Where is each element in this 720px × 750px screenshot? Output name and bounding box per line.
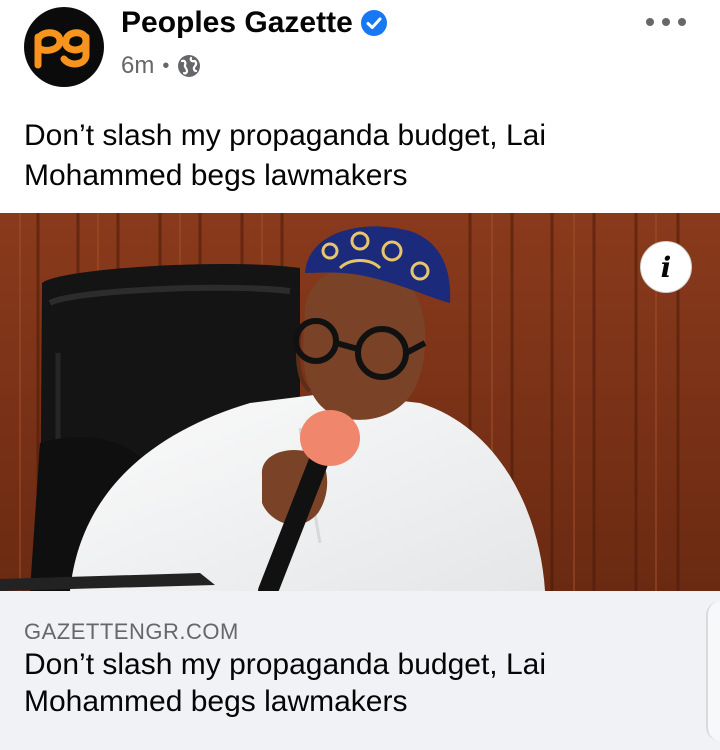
link-preview[interactable]: GAZETTENGR.COM Don’t slash my propaganda… <box>0 591 720 750</box>
more-options-icon <box>678 18 686 26</box>
more-options-button[interactable] <box>646 12 686 32</box>
verified-badge-icon <box>360 10 387 36</box>
info-icon[interactable]: i <box>640 241 692 293</box>
meta-separator: • <box>162 54 170 77</box>
page-name[interactable]: Peoples Gazette <box>121 6 387 40</box>
link-domain: GAZETTENGR.COM <box>24 619 239 644</box>
page-name-label[interactable]: Peoples Gazette <box>121 6 353 40</box>
next-card-edge <box>706 601 720 741</box>
peoples-gazette-logo <box>34 29 90 69</box>
more-options-icon <box>646 18 654 26</box>
post-meta: 6m • <box>121 51 201 81</box>
post-timestamp[interactable]: 6m <box>121 52 154 80</box>
globe-icon[interactable] <box>177 54 201 78</box>
post-photo[interactable]: i <box>0 213 720 591</box>
link-title[interactable]: Don’t slash my propaganda budget, Lai Mo… <box>24 646 664 720</box>
more-options-icon <box>662 18 670 26</box>
photo-image <box>0 213 720 591</box>
post-header: Peoples Gazette 6m • <box>0 0 720 100</box>
post-text: Don’t slash my propaganda budget, Lai Mo… <box>24 119 547 192</box>
page-avatar[interactable] <box>24 7 104 87</box>
